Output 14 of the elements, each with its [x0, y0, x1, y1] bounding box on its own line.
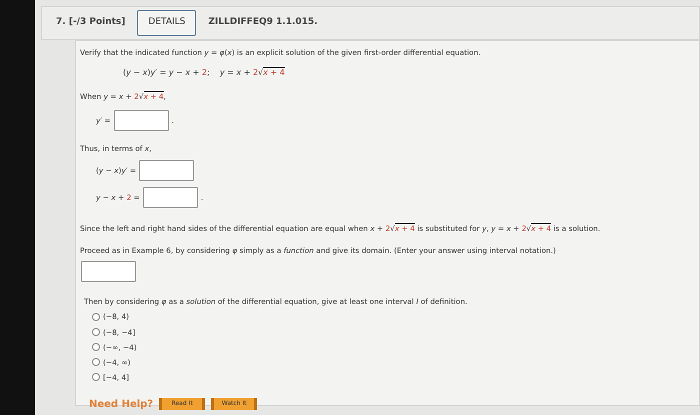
- radio-button[interactable]: [92, 373, 100, 382]
- details-button[interactable]: DETAILS: [137, 10, 196, 36]
- differential-equation: (y − x)y′ = y − x + 2; y = x + 2√x + 4: [123, 66, 285, 80]
- need-help-label: Need Help?: [89, 398, 154, 412]
- radio-button[interactable]: [92, 343, 100, 352]
- question-points: 7. [-/3 Points]: [56, 16, 126, 30]
- radio-button[interactable]: [92, 328, 100, 336]
- question-code: ZILLDIFFEQ9 1.1.015.: [208, 16, 318, 30]
- radio-button[interactable]: [92, 312, 100, 321]
- answer-field[interactable]: [81, 261, 136, 282]
- radio-button[interactable]: [92, 358, 100, 366]
- answer-field[interactable]: [139, 160, 194, 182]
- answer-field[interactable]: [114, 110, 169, 132]
- answer-field[interactable]: [142, 187, 198, 208]
